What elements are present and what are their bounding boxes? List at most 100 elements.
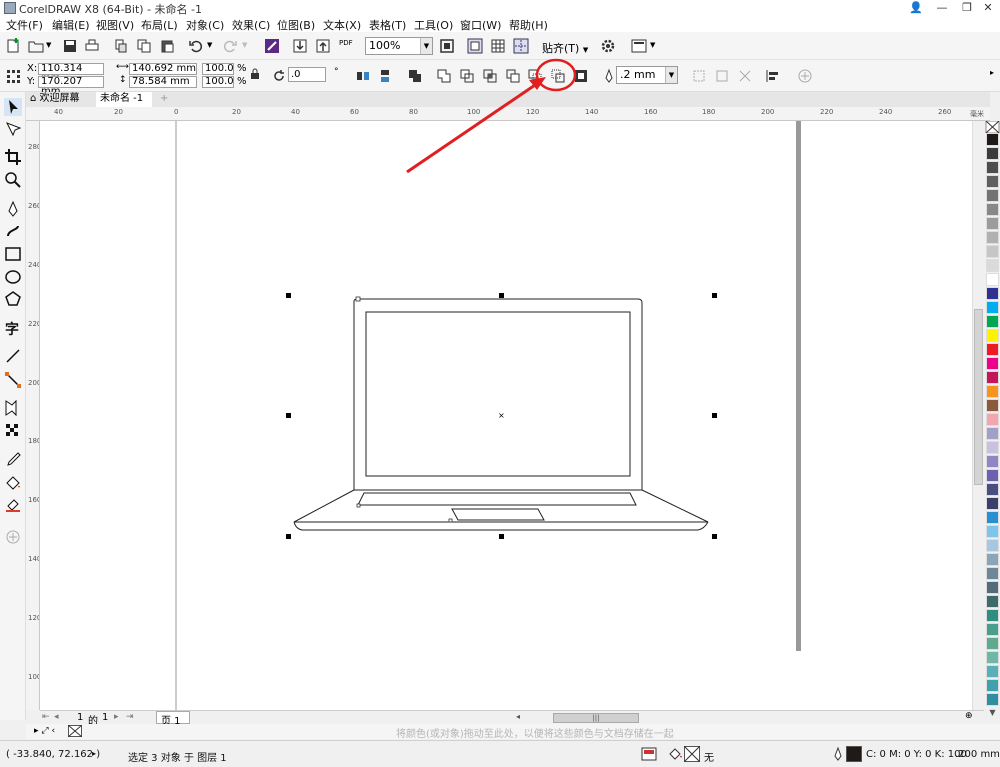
- pick-tool-icon[interactable]: [4, 98, 22, 116]
- palette-swatch[interactable]: [986, 567, 999, 580]
- outline-width-dropdown-icon[interactable]: ▼: [665, 67, 677, 83]
- artistic-media-tool-icon[interactable]: [4, 222, 22, 240]
- polygon-tool-icon[interactable]: [4, 290, 22, 308]
- palette-swatch[interactable]: [986, 525, 999, 538]
- new-document-icon[interactable]: [5, 38, 21, 54]
- text-tool-icon[interactable]: 字: [4, 319, 22, 337]
- palette-swatch[interactable]: [986, 245, 999, 258]
- scale-width-field[interactable]: 100.0: [202, 63, 234, 75]
- rectangle-tool-icon[interactable]: [4, 245, 22, 263]
- outline-width-combo[interactable]: .2 mm ▼: [616, 66, 678, 84]
- palette-swatch[interactable]: [986, 231, 999, 244]
- palette-arrow-icon[interactable]: ▸ ⤢ ‹: [34, 726, 55, 736]
- color-proof-icon[interactable]: [641, 747, 657, 761]
- palette-swatch[interactable]: [986, 497, 999, 510]
- mirror-vertical-icon[interactable]: [377, 68, 393, 84]
- simplify-icon[interactable]: [505, 68, 521, 84]
- palette-swatch[interactable]: [986, 343, 999, 356]
- eyedropper-tool-icon[interactable]: [4, 451, 22, 469]
- palette-swatch[interactable]: [986, 203, 999, 216]
- tab-welcome-screen[interactable]: ⌂ 欢迎屏幕: [26, 92, 96, 107]
- palette-swatch[interactable]: [986, 371, 999, 384]
- zoom-tool-icon[interactable]: [4, 171, 22, 189]
- palette-swatch[interactable]: [986, 259, 999, 272]
- shape-tool-icon[interactable]: [4, 120, 22, 138]
- open-dropdown-icon[interactable]: ▼: [46, 41, 51, 49]
- undo-icon[interactable]: [188, 38, 204, 54]
- palette-swatch[interactable]: [986, 329, 999, 342]
- menu-tools[interactable]: 工具(O): [414, 17, 453, 33]
- palette-swatch[interactable]: [986, 273, 999, 286]
- palette-swatch[interactable]: [986, 133, 999, 146]
- parallel-dimension-tool-icon[interactable]: [4, 347, 22, 365]
- redo-dropdown-icon[interactable]: ▼: [242, 41, 247, 49]
- menu-layout[interactable]: 布局(L): [141, 17, 178, 33]
- search-content-icon[interactable]: [264, 38, 280, 54]
- create-boundary-icon[interactable]: [573, 68, 589, 84]
- palette-swatch[interactable]: [986, 539, 999, 552]
- vertical-ruler[interactable]: 280 260 240 220 200 180 160 140 120 100: [26, 121, 40, 710]
- add-toolbar-icon[interactable]: [797, 68, 813, 84]
- menu-bitmaps[interactable]: 位图(B): [277, 17, 315, 33]
- palette-swatch[interactable]: [986, 147, 999, 160]
- save-icon[interactable]: [62, 38, 78, 54]
- zoom-one-shot-icon[interactable]: ⊕: [965, 711, 973, 721]
- connector-tool-icon[interactable]: [4, 371, 22, 389]
- drawing-canvas[interactable]: ×: [40, 121, 984, 710]
- snap-to-menu[interactable]: 贴齐(T) ▼: [542, 40, 588, 56]
- copy-icon[interactable]: [136, 38, 152, 54]
- menu-window[interactable]: 窗口(W): [460, 17, 501, 33]
- hscroll-left-icon[interactable]: ◂: [516, 712, 520, 721]
- lock-ratio-icon[interactable]: [250, 68, 260, 80]
- first-page-icon[interactable]: ⇤: [42, 712, 50, 722]
- crop-tool-icon[interactable]: [4, 148, 22, 166]
- palette-swatch[interactable]: [986, 693, 999, 706]
- object-width-field[interactable]: 140.692 mm: [129, 63, 197, 75]
- palette-swatch[interactable]: [986, 357, 999, 370]
- weld-icon[interactable]: [436, 68, 452, 84]
- interactive-fill-tool-icon[interactable]: [4, 474, 22, 492]
- rotation-center-icon[interactable]: ×: [498, 411, 505, 420]
- palette-swatch[interactable]: [986, 427, 999, 440]
- y-position-field[interactable]: 170.207 mm: [38, 76, 104, 97]
- account-icon[interactable]: 👤: [904, 0, 928, 16]
- publish-pdf-icon[interactable]: PDF: [339, 39, 353, 47]
- menu-view[interactable]: 视图(V): [96, 17, 134, 33]
- launcher-dropdown-icon[interactable]: ▼: [650, 41, 655, 49]
- new-tab-button[interactable]: +: [156, 92, 170, 107]
- rotation-angle-field[interactable]: .0: [288, 67, 326, 82]
- redo-icon[interactable]: [222, 38, 238, 54]
- menu-file[interactable]: 文件(F): [6, 17, 43, 33]
- status-expand-icon[interactable]: ▸: [92, 749, 96, 758]
- palette-swatch[interactable]: [986, 189, 999, 202]
- object-origin-icon[interactable]: [5, 68, 21, 84]
- vertical-scrollbar[interactable]: [972, 121, 984, 710]
- back-minus-front-icon[interactable]: [550, 68, 566, 84]
- full-screen-icon[interactable]: [439, 38, 455, 54]
- menu-effects[interactable]: 效果(C): [232, 17, 270, 33]
- palette-swatch[interactable]: [986, 511, 999, 524]
- palette-swatch[interactable]: [986, 553, 999, 566]
- minimize-button[interactable]: —: [930, 0, 954, 16]
- palette-swatch[interactable]: [986, 175, 999, 188]
- snap-dropdown-icon[interactable]: ▼: [583, 46, 588, 54]
- drop-shadow-tool-icon[interactable]: [4, 399, 22, 417]
- last-page-icon[interactable]: ⇥: [126, 712, 134, 722]
- zoom-level-combo[interactable]: 100% ▼: [365, 37, 433, 55]
- align-distribute-icon[interactable]: [765, 68, 781, 84]
- menu-text[interactable]: 文本(X): [323, 17, 361, 33]
- palette-swatch[interactable]: [986, 315, 999, 328]
- export-icon[interactable]: [315, 38, 331, 54]
- palette-swatch[interactable]: [986, 413, 999, 426]
- import-icon[interactable]: [292, 38, 308, 54]
- palette-swatch[interactable]: [986, 287, 999, 300]
- show-guidelines-icon[interactable]: [513, 38, 529, 54]
- break-apart-icon[interactable]: [691, 68, 707, 84]
- menu-edit[interactable]: 编辑(E): [52, 17, 90, 33]
- menu-table[interactable]: 表格(T): [369, 17, 406, 33]
- group-icon[interactable]: [714, 68, 730, 84]
- add-tool-icon[interactable]: [4, 528, 22, 546]
- palette-swatch[interactable]: [986, 301, 999, 314]
- combine-icon[interactable]: [407, 68, 423, 84]
- zoom-dropdown-icon[interactable]: ▼: [420, 38, 432, 54]
